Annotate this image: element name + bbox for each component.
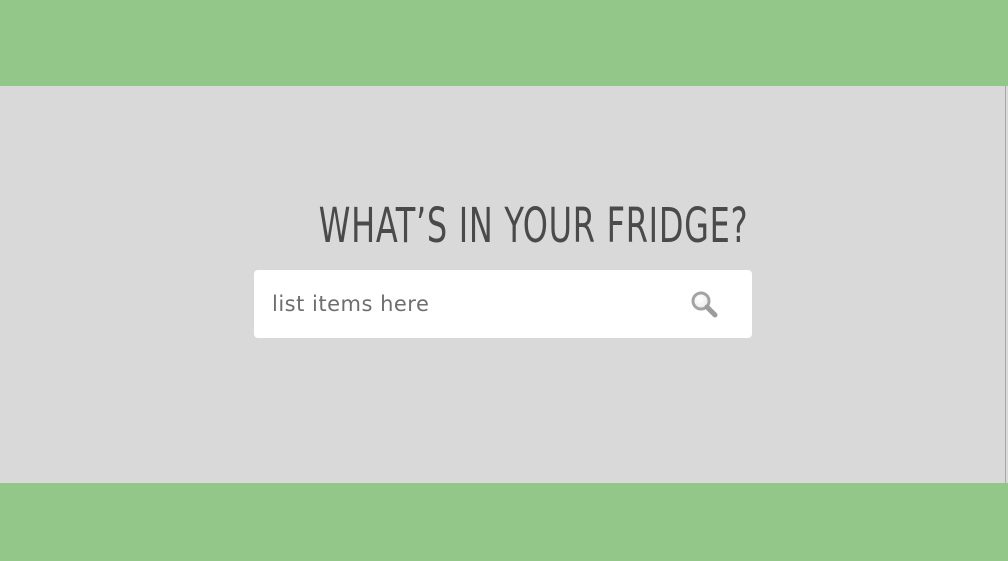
bottom-green-band — [0, 483, 1008, 561]
top-green-band — [0, 0, 1008, 86]
right-edge-divider — [1005, 86, 1006, 483]
page-title: WHAT’S IN YOUR FRIDGE? — [318, 198, 749, 254]
search-input[interactable] — [254, 270, 674, 338]
search-button[interactable] — [682, 284, 726, 324]
search-bar — [254, 270, 752, 338]
search-icon — [691, 291, 718, 318]
page: WHAT’S IN YOUR FRIDGE? — [0, 0, 1008, 561]
